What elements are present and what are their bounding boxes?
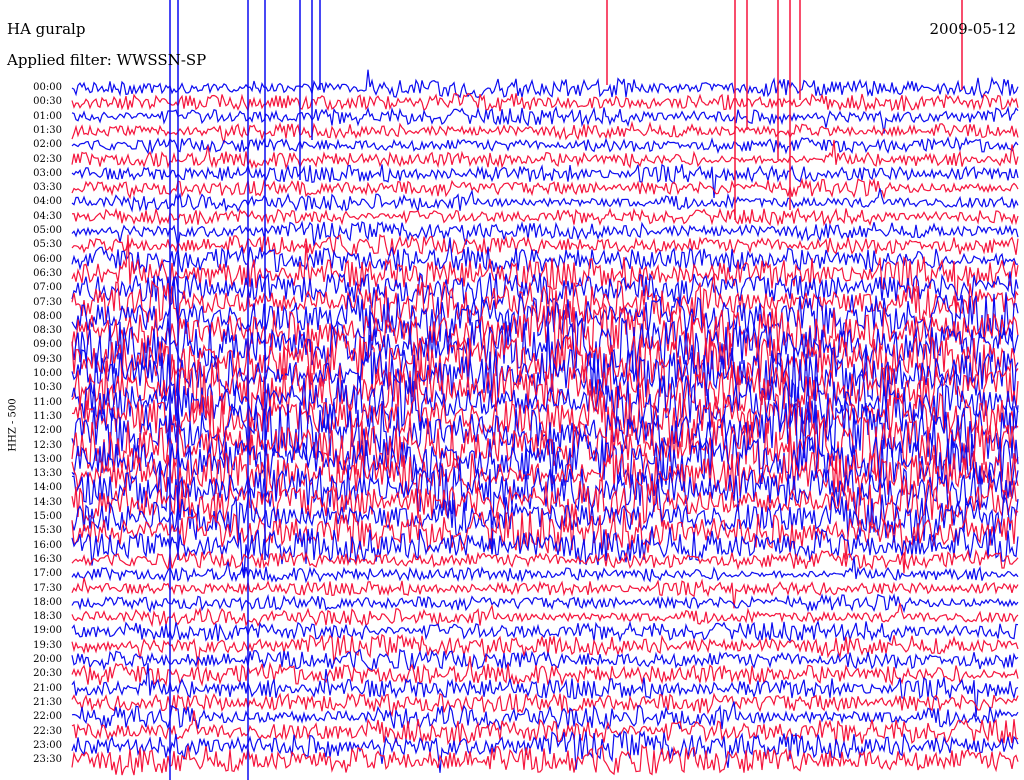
- time-tick-label: 08:30: [33, 325, 62, 337]
- time-tick-label: 19:30: [33, 639, 62, 651]
- time-tick-label: 09:30: [33, 353, 62, 365]
- time-tick-label: 20:00: [33, 654, 62, 665]
- time-tick-label: 07:30: [33, 296, 62, 308]
- time-tick-label: 06:00: [33, 253, 62, 265]
- time-tick-label: 22:30: [33, 725, 62, 737]
- time-tick-label: 16:30: [33, 553, 62, 565]
- time-tick-label: 22:00: [33, 711, 62, 723]
- trace-row-1700: [71, 556, 1019, 584]
- time-tick-label: 01:30: [33, 124, 62, 136]
- time-tick-label: 09:00: [33, 339, 62, 351]
- time-tick-label: 10:30: [33, 382, 62, 394]
- helicorder-plot: [71, 0, 1019, 780]
- time-tick-label: 01:00: [33, 110, 62, 122]
- time-tick-label: 07:00: [33, 282, 62, 294]
- time-tick-label: 00:00: [33, 82, 62, 93]
- time-tick-label: 10:00: [33, 368, 62, 379]
- trace-row-2130: [71, 692, 1019, 718]
- time-tick-label: 11:00: [33, 396, 62, 408]
- time-tick-label: 17:00: [33, 568, 62, 580]
- time-tick-label: 18:30: [33, 611, 62, 623]
- time-tick-label: 03:00: [33, 167, 62, 179]
- time-tick-label: 06:30: [33, 267, 62, 279]
- time-tick-label: 18:00: [33, 596, 62, 608]
- time-tick-label: 00:30: [33, 96, 62, 108]
- time-tick-label: 14:00: [33, 482, 62, 494]
- time-tick-label: 12:00: [33, 425, 62, 437]
- trace-row-0330: [71, 177, 1019, 200]
- time-tick-label: 05:00: [33, 225, 62, 236]
- time-tick-label: 16:00: [33, 539, 62, 551]
- time-tick-label: 02:00: [33, 139, 62, 151]
- trace-row-1800: [71, 593, 1019, 614]
- trace-row-1830: [71, 602, 1019, 628]
- trace-row-0530: [71, 233, 1019, 257]
- time-tick-label: 21:30: [33, 696, 62, 708]
- time-tick-label: 23:30: [33, 754, 62, 766]
- time-tick-label: 15:30: [33, 525, 62, 537]
- time-tick-label: 08:00: [33, 310, 62, 322]
- time-tick-column: 00:00 00:30 01:00 01:30 02:00 02:30 03:00 03:30…: [0, 0, 68, 780]
- trace-row-0200: [71, 136, 1019, 155]
- trace-row-0400: [71, 188, 1019, 213]
- trace-row-0130: [71, 120, 1019, 144]
- time-tick-label: 05:30: [33, 239, 62, 251]
- time-tick-label: 13:00: [33, 453, 62, 465]
- time-tick-label: 02:30: [33, 153, 62, 165]
- time-tick-label: 20:30: [33, 668, 62, 680]
- time-tick-label: 21:00: [33, 682, 62, 694]
- trace-row-0000: [71, 69, 1019, 99]
- time-tick-label: 13:30: [33, 468, 62, 480]
- trace-row-0430: [71, 207, 1019, 227]
- time-tick-label: 12:30: [33, 439, 62, 451]
- time-tick-label: 17:30: [33, 582, 62, 594]
- trace-row-0300: [71, 163, 1019, 198]
- time-tick-label: 23:00: [33, 739, 62, 751]
- trace-row-1930: [71, 633, 1019, 666]
- trace-row-2030: [71, 656, 1019, 687]
- time-tick-label: 19:00: [33, 625, 62, 637]
- time-tick-label: 15:00: [33, 511, 62, 522]
- trace-row-0030: [71, 92, 1019, 113]
- plot-date: 2009-05-12: [929, 20, 1016, 38]
- trace-row-2330: [71, 744, 1019, 776]
- time-tick-label: 14:30: [33, 496, 62, 508]
- time-tick-label: 04:30: [33, 210, 62, 222]
- time-tick-label: 11:30: [33, 410, 62, 422]
- time-tick-label: 03:30: [33, 182, 62, 194]
- time-tick-label: 04:00: [33, 196, 62, 208]
